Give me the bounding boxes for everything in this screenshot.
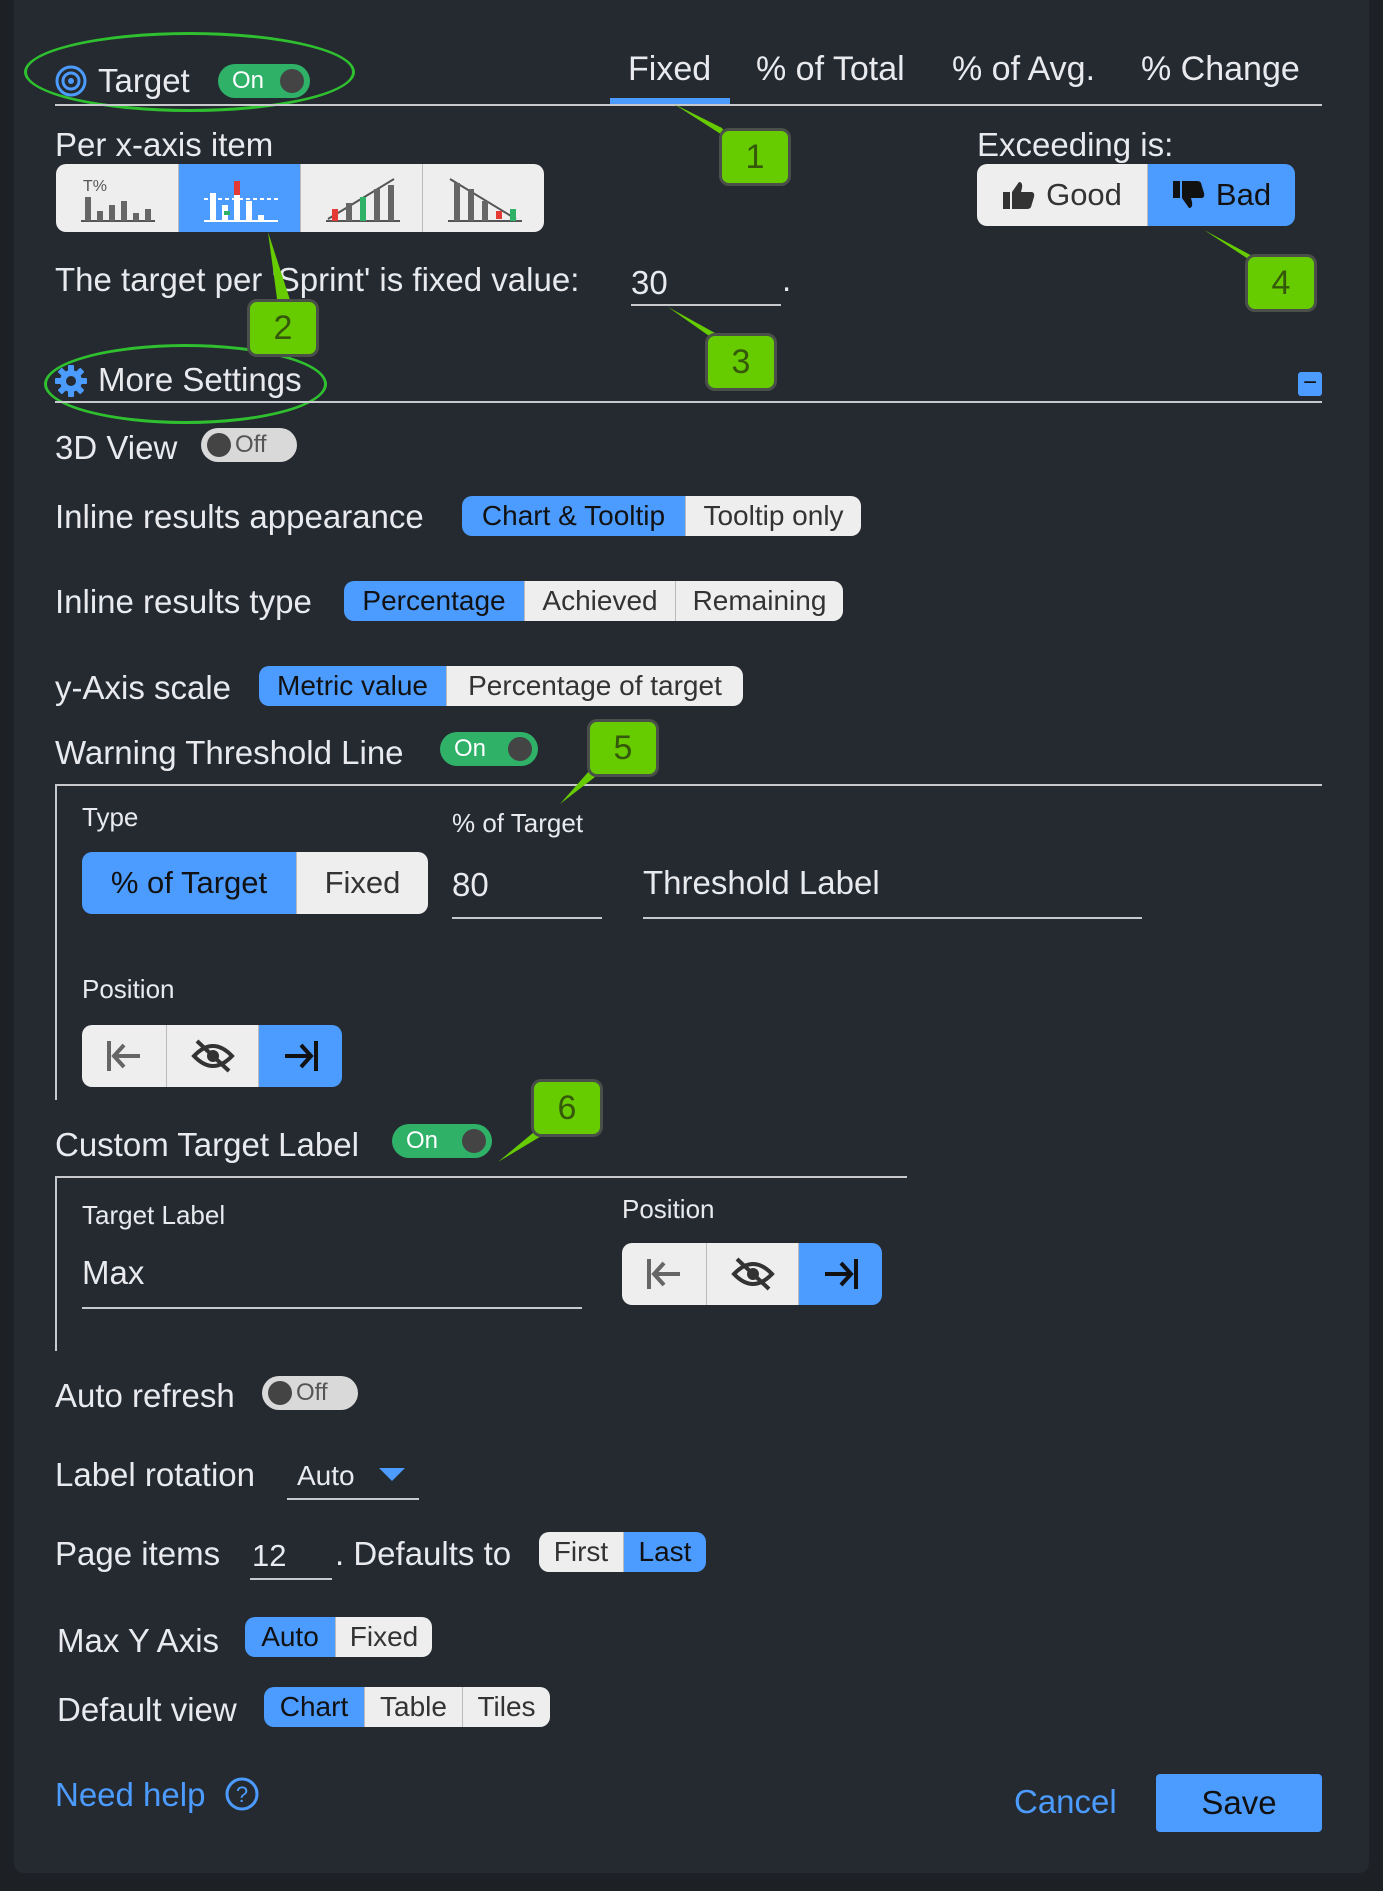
callout-1: 1 [719,128,791,186]
callout-3: 3 [705,333,777,391]
callout-pointers [268,104,1262,1162]
callout-4: 4 [1245,254,1317,312]
callout-2: 2 [247,299,319,357]
callout-6: 6 [531,1079,603,1137]
callout-5: 5 [587,719,659,777]
